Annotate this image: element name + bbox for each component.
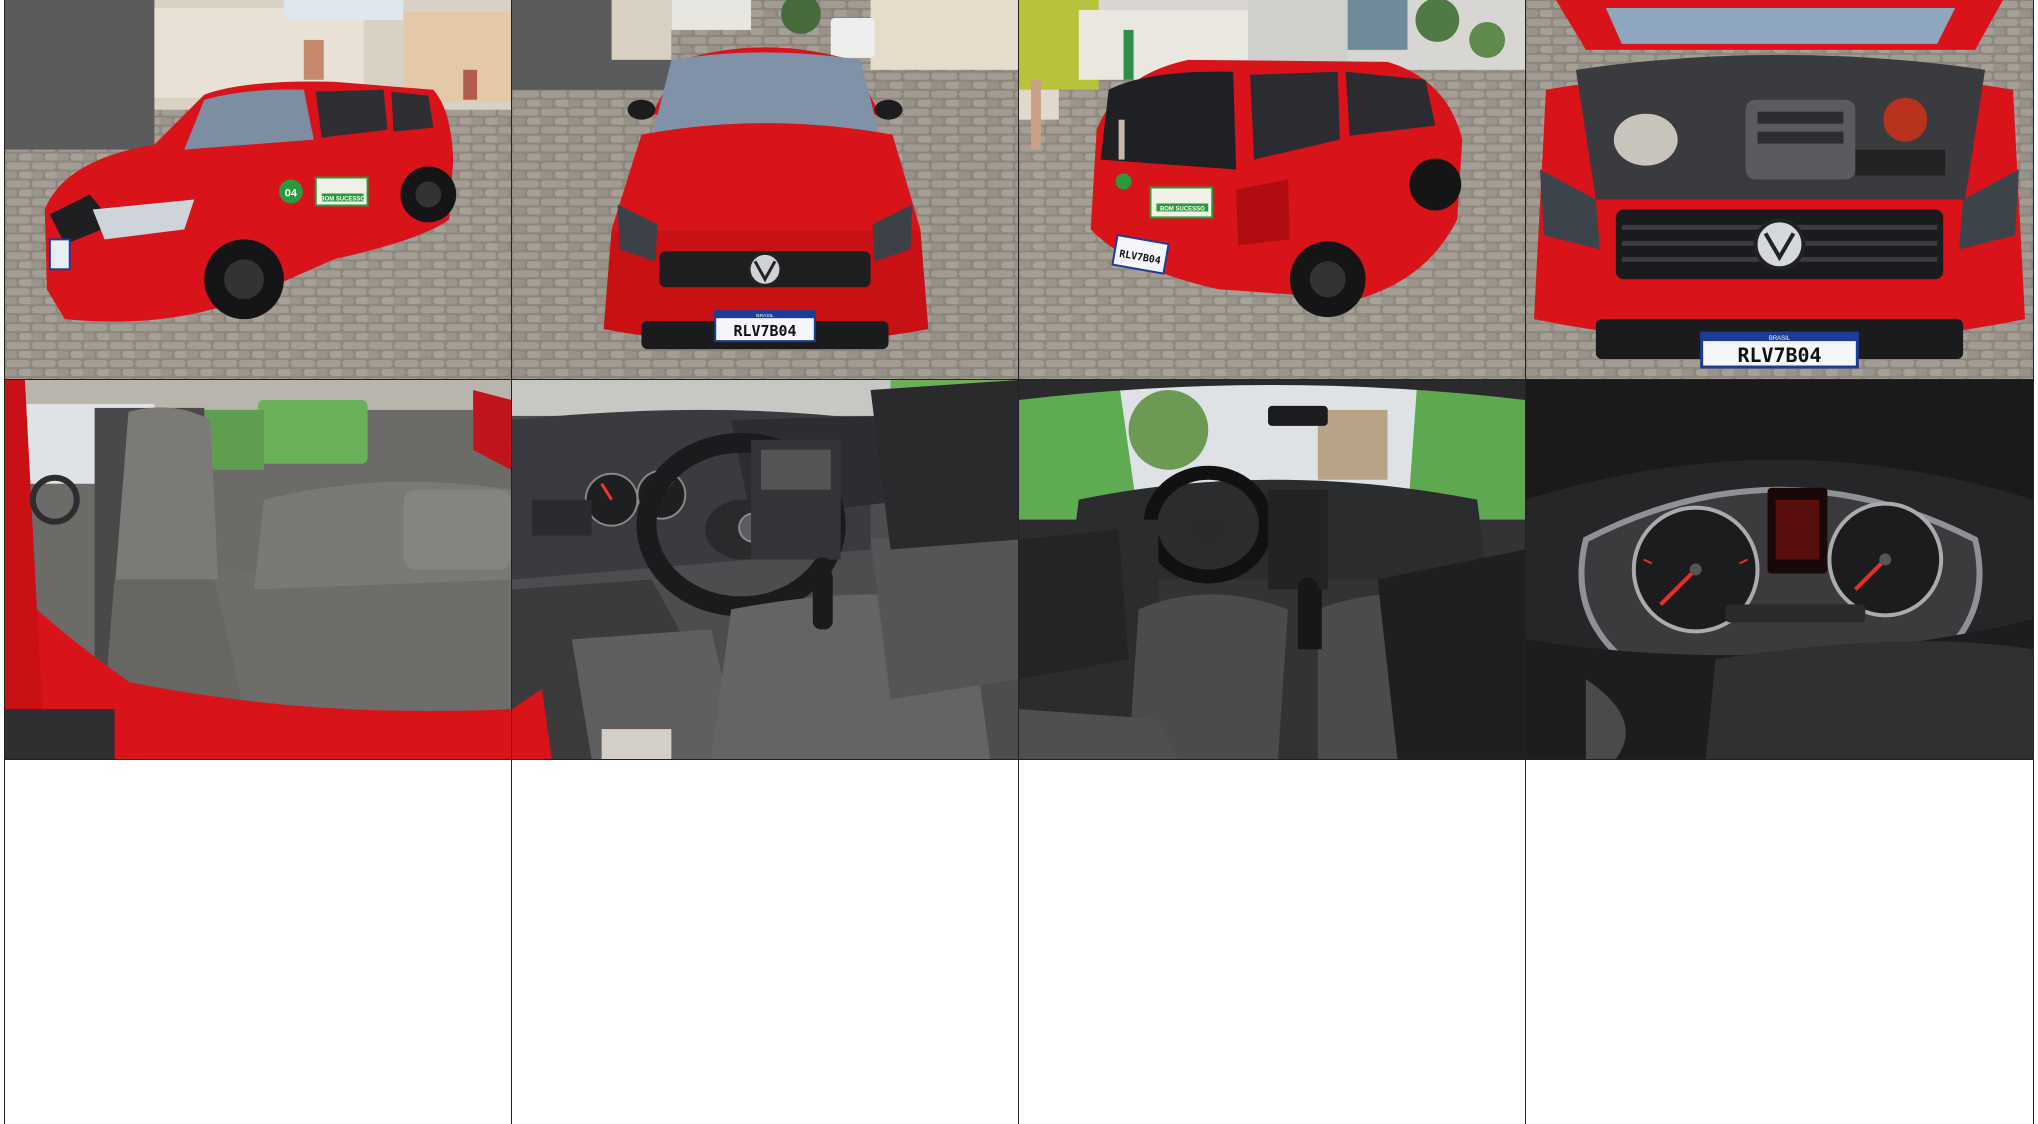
engine-plate-country-text: BRASIL: [1769, 336, 1791, 342]
empty-photo-slot: [512, 760, 1019, 1124]
photo-engine-bay[interactable]: BRASIL RLV7B04: [1526, 0, 2033, 380]
rear-seat-interior-icon: [5, 380, 511, 759]
red-hatchback-front-three-quarter-icon: 04 BOM SUCESSO: [5, 0, 511, 379]
photo-grid: 04 BOM SUCESSO BRASIL RLV7B04 RLV7B04 BO…: [4, 0, 2034, 1124]
empty-photo-slot: [5, 760, 512, 1124]
open-engine-bay-icon: BRASIL RLV7B04: [1526, 0, 2033, 379]
empty-photo-slot: [1526, 760, 2033, 1124]
rear-municipal-decal: [1149, 186, 1214, 219]
photo-instrument-cluster[interactable]: [1526, 380, 2033, 760]
municipal-decal-text: BOM SUCESSO: [320, 196, 365, 202]
empty-photo-slot: [1019, 760, 1526, 1124]
instrument-cluster-icon: [1526, 380, 2033, 759]
driver-seat-steering-wheel-icon: [512, 380, 1018, 759]
photo-car-rear-three-quarter[interactable]: RLV7B04 BOM SUCESSO: [1019, 0, 1526, 380]
red-hatchback-front-view-icon: BRASIL RLV7B04: [512, 0, 1018, 379]
unit-number-badge-text: 04: [285, 187, 298, 199]
plate-country-text: BRASIL: [756, 313, 774, 319]
photo-front-cabin[interactable]: [1019, 380, 1526, 760]
front-cabin-interior-icon: [1019, 380, 1525, 759]
photo-car-front[interactable]: BRASIL RLV7B04: [512, 0, 1019, 380]
license-plate-text: RLV7B04: [734, 322, 797, 340]
red-hatchback-rear-three-quarter-icon: RLV7B04 BOM SUCESSO: [1019, 0, 1525, 379]
engine-plate-text: RLV7B04: [1737, 343, 1821, 367]
rear-decal-text: BOM SUCESSO: [1160, 206, 1205, 212]
photo-driver-area[interactable]: [512, 380, 1019, 760]
photo-rear-seat[interactable]: [5, 380, 512, 760]
photo-car-front-three-quarter[interactable]: 04 BOM SUCESSO: [5, 0, 512, 380]
